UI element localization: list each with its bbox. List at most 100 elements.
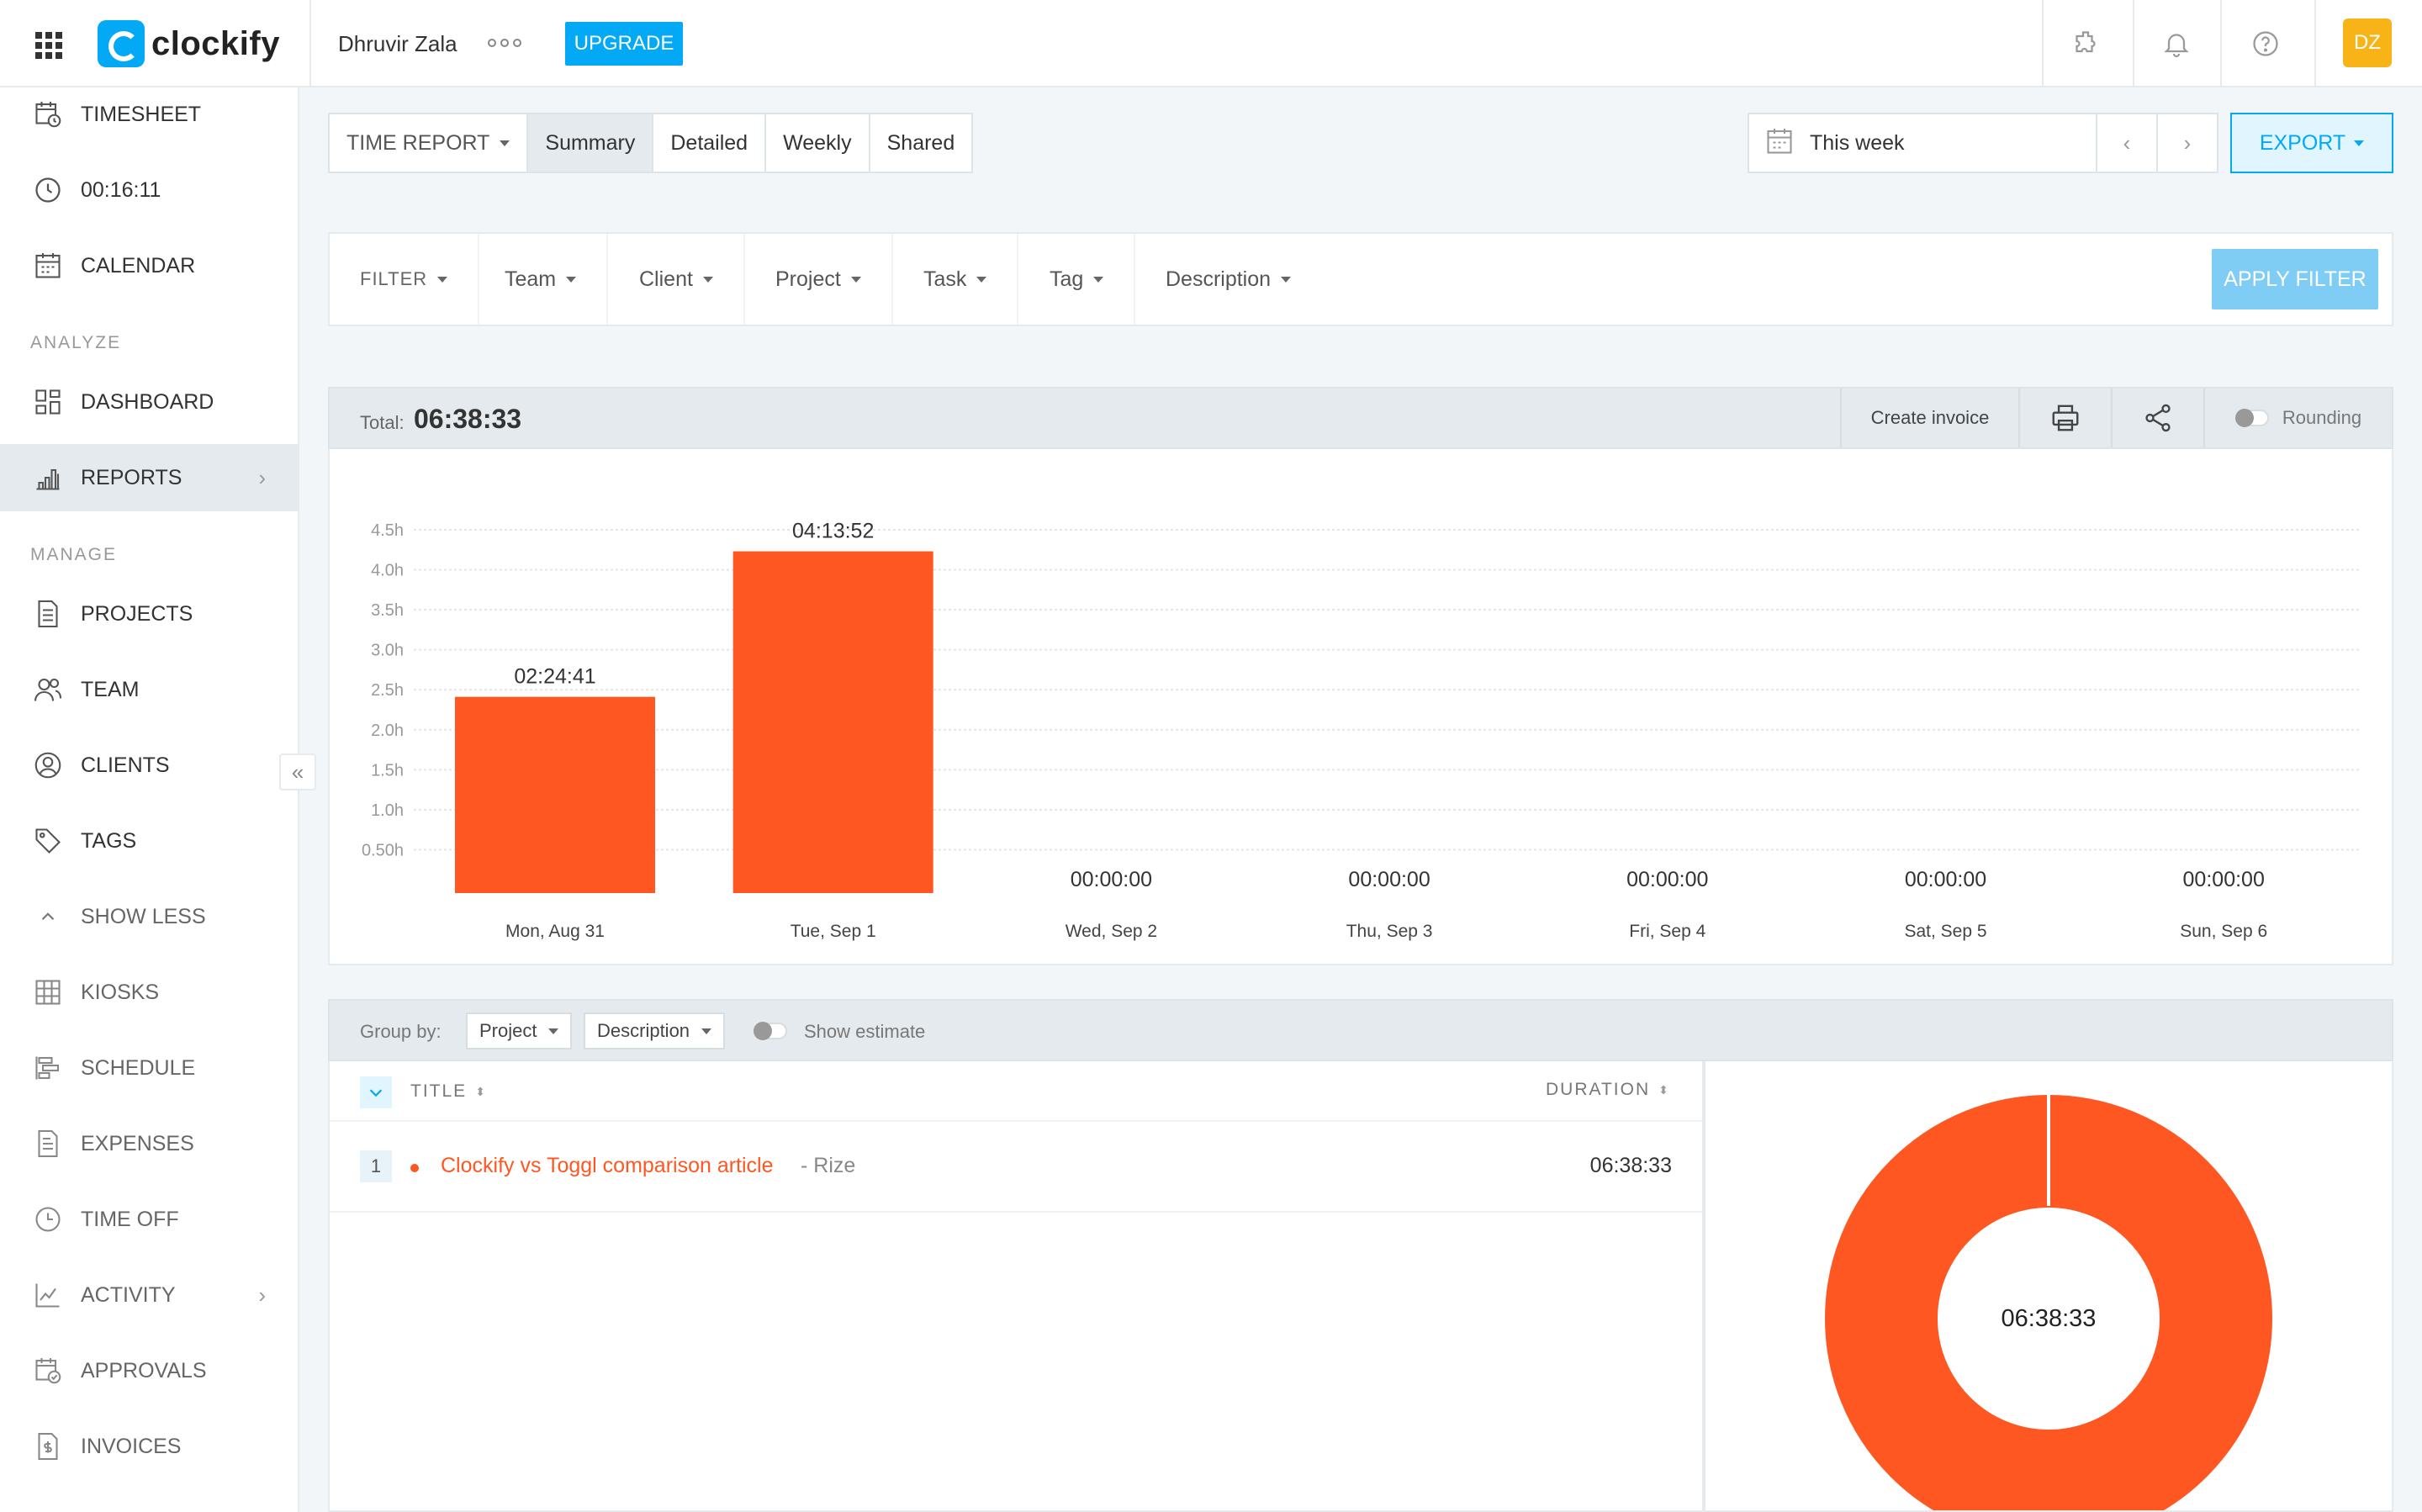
sidebar-item-show-less[interactable]: SHOW LESS [0,883,298,950]
clients-icon [32,749,64,781]
filter-tag[interactable]: Tag [1019,234,1136,325]
table-row[interactable]: 1 Clockify vs Toggl comparison article -… [330,1122,1702,1213]
tab-shared[interactable]: Shared [870,114,972,172]
sidebar-item-timesheet[interactable]: TIMESHEET [0,87,298,141]
time-report-dropdown[interactable]: TIME REPORT [330,114,529,172]
y-tick-label: 2.0h [371,722,404,740]
sidebar-item-clients[interactable]: CLIENTS [0,732,298,799]
total-label: Total: [360,412,405,433]
toggle-switch [2234,409,2269,427]
group-select-value: Description [597,1020,690,1041]
y-tick-label: 3.5h [371,601,404,620]
calendar-icon [1764,126,1795,161]
row-client: - Rize [801,1154,856,1177]
date-range-picker[interactable]: This week ‹ › [1748,113,2218,173]
sidebar-item-tags[interactable]: TAGS [0,807,298,875]
group-by-label: Group by: [360,1021,442,1042]
sidebar-item-timer[interactable]: 00:16:11 [0,156,298,224]
donut-card: 06:38:33 [1704,1061,2393,1512]
tab-summary[interactable]: Summary [528,114,654,172]
sidebar-item-team[interactable]: TEAM [0,656,298,723]
column-duration-header[interactable]: DURATION ⬍ [1546,1080,1670,1100]
group-by-primary-select[interactable]: Project [466,1012,573,1049]
filter-team[interactable]: Team [474,234,609,325]
previous-week-button[interactable]: ‹ [2096,114,2156,172]
timesheet-icon [32,98,64,130]
time-off-icon [32,1203,64,1235]
more-options-icon[interactable] [488,39,521,47]
y-tick-label: 1.5h [371,761,404,780]
print-icon[interactable] [2018,389,2111,447]
upgrade-button[interactable]: UPGRADE [565,22,683,66]
apps-grid-icon[interactable] [35,32,62,59]
chart-card: 0.50h 1.0h 1.5h 2.0h 2.5h 3.0h 3.5h 4.0h 4.5h 02:… [328,449,2393,965]
row-number: 1 [360,1150,392,1182]
chevron-right-icon: › [258,464,266,490]
avatar[interactable]: DZ [2343,19,2392,67]
group-by-secondary-select[interactable]: Description [584,1012,726,1049]
calendar-icon [32,250,64,282]
rounding-toggle[interactable]: Rounding [2203,389,2392,447]
clock-icon [32,174,64,206]
export-button[interactable]: EXPORT [2230,113,2393,173]
x-tick-label: Fri, Sep 4 [1629,922,1705,941]
bar-value-label: 02:24:41 [514,665,595,689]
sidebar-item-schedule[interactable]: SCHEDULE [0,1034,298,1102]
sidebar-item-calendar[interactable]: CALENDAR [0,232,298,299]
kiosk-icon [32,976,64,1008]
sidebar-item-dashboard[interactable]: DASHBOARD [0,368,298,436]
column-title-header[interactable]: TITLE ⬍ [410,1081,487,1102]
sidebar-item-expenses[interactable]: EXPENSES [0,1110,298,1177]
share-icon[interactable] [2111,389,2203,447]
sidebar-item-label: TAGS [81,828,137,853]
filter-label: Description [1166,267,1272,291]
filter-description[interactable]: Description [1135,234,1321,325]
sidebar-item-label: ACTIVITY [81,1282,176,1307]
create-invoice-button[interactable]: Create invoice [1840,389,2018,447]
collapse-sidebar-icon[interactable]: « [279,753,316,790]
filter-project[interactable]: Project [745,234,893,325]
x-tick-label: Wed, Sep 2 [1066,922,1157,941]
sidebar-item-approvals[interactable]: APPROVALS [0,1337,298,1404]
tag-icon [32,825,64,857]
sidebar-item-label: 00:16:11 [81,177,161,202]
sidebar-item-label: TIME OFF [81,1207,179,1231]
filter-dropdown[interactable]: FILTER [330,234,480,325]
tab-weekly[interactable]: Weekly [766,114,870,172]
y-tick-label: 4.5h [371,521,404,540]
filter-label: FILTER [360,268,428,289]
filter-task[interactable]: Task [893,234,1019,325]
sidebar-item-label: INVOICES [81,1434,182,1458]
sidebar-item-reports[interactable]: REPORTS › [0,444,298,511]
sidebar-item-time-off[interactable]: TIME OFF [0,1186,298,1253]
row-title[interactable]: Clockify vs Toggl comparison article [441,1154,774,1178]
app-logo[interactable]: clockify [98,20,280,67]
x-tick-label: Mon, Aug 31 [505,922,605,941]
bell-icon[interactable] [2158,25,2195,62]
sidebar: TIMESHEET 00:16:11 CALENDAR ANALYZE DASH… [0,87,299,1512]
tab-detailed[interactable]: Detailed [653,114,767,172]
next-week-button[interactable]: › [2156,114,2217,172]
expand-all-icon[interactable] [360,1076,392,1108]
team-icon [32,674,64,706]
sort-icon: ⬍ [1658,1083,1670,1097]
table-header: TITLE ⬍ DURATION ⬍ [330,1061,1702,1122]
sidebar-item-activity[interactable]: ACTIVITY › [0,1261,298,1329]
summary-table: TITLE ⬍ DURATION ⬍ 1 Clockify vs Toggl com… [328,1061,1704,1512]
dashboard-icon [32,386,64,418]
workspace-name[interactable]: Dhruvir Zala [338,31,457,57]
sidebar-item-label: TIMESHEET [81,102,202,126]
invoices-icon [32,1430,64,1462]
help-icon[interactable] [2247,25,2284,62]
caret-down-icon [850,276,861,283]
sidebar-item-label: EXPENSES [81,1131,194,1155]
sidebar-item-projects[interactable]: PROJECTS [0,580,298,648]
sidebar-item-kiosks[interactable]: KIOSKS [0,959,298,1026]
filter-client[interactable]: Client [609,234,745,325]
divider [2133,0,2134,87]
bar-value-label: 04:13:52 [792,520,874,543]
puzzle-icon[interactable] [2067,25,2104,62]
show-estimate-toggle[interactable] [754,1022,787,1040]
apply-filter-button[interactable]: APPLY FILTER [2212,249,2378,309]
sidebar-item-invoices[interactable]: INVOICES [0,1413,298,1480]
